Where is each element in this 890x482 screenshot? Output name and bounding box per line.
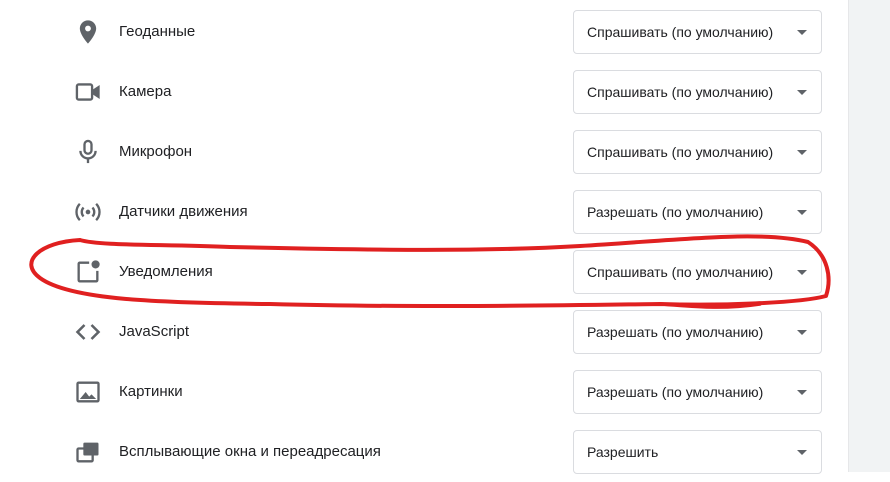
motion-sensor-icon bbox=[72, 196, 104, 228]
location-pin-icon bbox=[72, 16, 104, 48]
permission-label: Камера bbox=[119, 83, 172, 100]
permission-label: Картинки bbox=[119, 383, 183, 400]
permission-row-popups: Всплывающие окна и переадресация Разреши… bbox=[0, 422, 848, 482]
select-value: Разрешать (по умолчанию) bbox=[587, 384, 764, 400]
camera-icon bbox=[72, 76, 104, 108]
permission-label: Микрофон bbox=[119, 143, 193, 160]
permission-row-motion-sensors: Датчики движения Разрешать (по умолчанию… bbox=[0, 182, 848, 242]
permission-label: JavaScript bbox=[119, 323, 190, 340]
select-value: Спрашивать (по умолчанию) bbox=[587, 24, 774, 40]
chevron-down-icon bbox=[797, 90, 807, 95]
permission-select-javascript[interactable]: Разрешать (по умолчанию) bbox=[573, 310, 822, 354]
select-value: Разрешать (по умолчанию) bbox=[587, 204, 764, 220]
permission-label: Геоданные bbox=[119, 23, 196, 40]
chevron-down-icon bbox=[797, 210, 807, 215]
permission-label: Уведомления bbox=[119, 263, 213, 280]
permission-row-notifications: Уведомления Спрашивать (по умолчанию) bbox=[0, 242, 848, 302]
permission-select-location[interactable]: Спрашивать (по умолчанию) bbox=[573, 10, 822, 54]
permission-row-images: Картинки Разрешать (по умолчанию) bbox=[0, 362, 848, 422]
select-value: Спрашивать (по умолчанию) bbox=[587, 144, 774, 160]
page-side-gutter bbox=[848, 0, 890, 472]
site-settings-permissions-list: Геоданные Спрашивать (по умолчанию) Каме… bbox=[0, 0, 848, 474]
select-value: Спрашивать (по умолчанию) bbox=[587, 264, 774, 280]
chevron-down-icon bbox=[797, 30, 807, 35]
permission-label: Датчики движения bbox=[119, 203, 248, 220]
chevron-down-icon bbox=[797, 450, 807, 455]
chevron-down-icon bbox=[797, 270, 807, 275]
permission-select-microphone[interactable]: Спрашивать (по умолчанию) bbox=[573, 130, 822, 174]
code-icon bbox=[72, 316, 104, 348]
select-value: Разрешать (по умолчанию) bbox=[587, 324, 764, 340]
permission-label: Всплывающие окна и переадресация bbox=[119, 443, 381, 460]
permission-select-camera[interactable]: Спрашивать (по умолчанию) bbox=[573, 70, 822, 114]
permission-select-popups[interactable]: Разрешить bbox=[573, 430, 822, 474]
select-value: Спрашивать (по умолчанию) bbox=[587, 84, 774, 100]
permission-select-images[interactable]: Разрешать (по умолчанию) bbox=[573, 370, 822, 414]
chevron-down-icon bbox=[797, 330, 807, 335]
permission-row-location: Геоданные Спрашивать (по умолчанию) bbox=[0, 2, 848, 62]
permission-select-notifications[interactable]: Спрашивать (по умолчанию) bbox=[573, 250, 822, 294]
permission-select-motion-sensors[interactable]: Разрешать (по умолчанию) bbox=[573, 190, 822, 234]
chevron-down-icon bbox=[797, 150, 807, 155]
microphone-icon bbox=[72, 136, 104, 168]
permission-row-javascript: JavaScript Разрешать (по умолчанию) bbox=[0, 302, 848, 362]
permission-row-microphone: Микрофон Спрашивать (по умолчанию) bbox=[0, 122, 848, 182]
select-value: Разрешить bbox=[587, 444, 659, 460]
chevron-down-icon bbox=[797, 390, 807, 395]
notification-icon bbox=[72, 256, 104, 288]
permission-row-camera: Камера Спрашивать (по умолчанию) bbox=[0, 62, 848, 122]
image-icon bbox=[72, 376, 104, 408]
popup-icon bbox=[72, 436, 104, 468]
